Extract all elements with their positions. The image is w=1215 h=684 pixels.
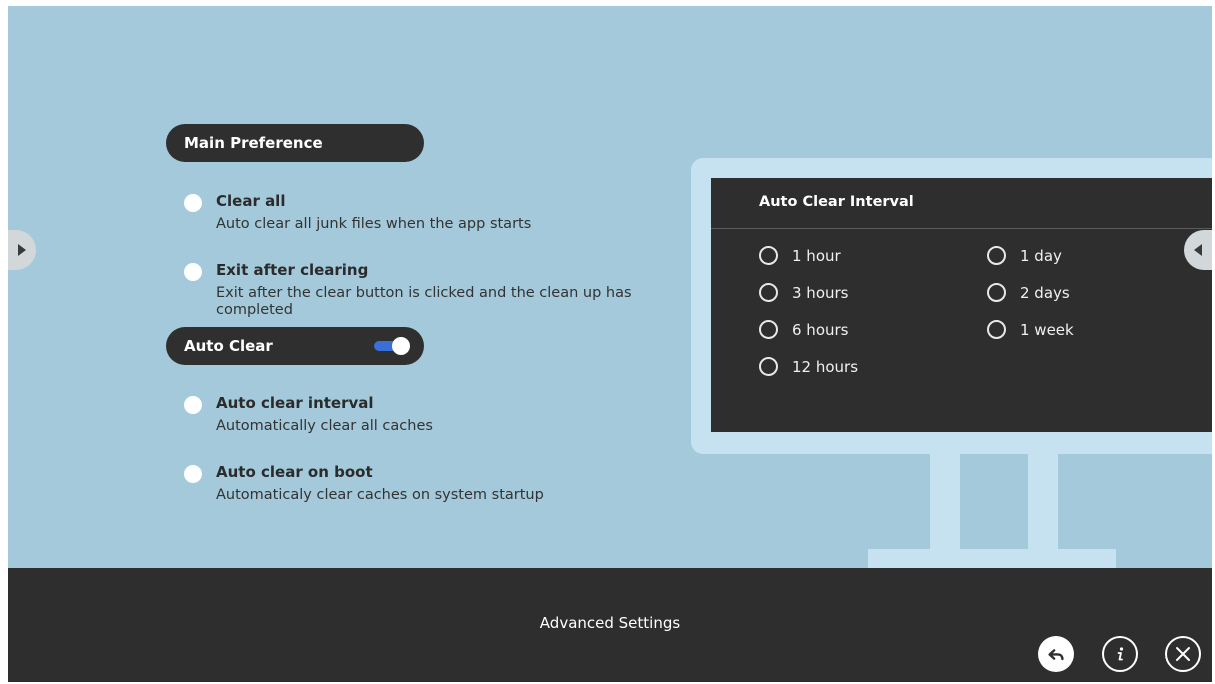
auto-clear-interval-radio[interactable]: [184, 396, 202, 414]
advanced-settings-title: Advanced Settings: [539, 614, 681, 632]
chevron-right-icon: [18, 244, 26, 256]
auto-clear-toggle[interactable]: [374, 336, 410, 356]
radio-circle-icon: [987, 320, 1006, 339]
interval-label: 1 hour: [792, 246, 841, 265]
main-preference-label: Main Preference: [184, 134, 323, 152]
radio-circle-icon: [759, 357, 778, 376]
interval-option-6-hours[interactable]: 6 hours: [759, 320, 848, 339]
auto-clear-on-boot-radio[interactable]: [184, 465, 202, 483]
option-title: Clear all: [216, 192, 286, 210]
radio-circle-icon: [759, 283, 778, 302]
interval-label: 1 week: [1020, 320, 1074, 339]
option-description: Automatically clear all caches: [216, 418, 433, 434]
panel-title: Auto Clear Interval: [759, 194, 914, 210]
option-description: Automaticaly clear caches on system star…: [216, 487, 544, 503]
option-title: Auto clear on boot: [216, 463, 373, 481]
interval-label: 12 hours: [792, 357, 859, 376]
option-description: Exit after the clear button is clicked a…: [216, 285, 632, 318]
info-button[interactable]: [1102, 636, 1138, 672]
info-icon: [1117, 647, 1124, 661]
back-icon: [1048, 649, 1064, 661]
interval-option-1-day[interactable]: 1 day: [987, 246, 1062, 265]
interval-option-3-hours[interactable]: 3 hours: [759, 283, 848, 302]
option-description: Auto clear all junk files when the app s…: [216, 216, 532, 232]
interval-option-2-days[interactable]: 2 days: [987, 283, 1070, 302]
radio-circle-icon: [759, 246, 778, 265]
radio-circle-icon: [987, 246, 1006, 265]
auto-clear-interval-panel: Auto Clear Interval 1 hour 3 hours 6 hou…: [711, 178, 1212, 432]
interval-label: 3 hours: [792, 283, 849, 302]
back-button[interactable]: [1038, 636, 1074, 672]
radio-circle-icon: [759, 320, 778, 339]
monitor-leg-right: [1028, 454, 1058, 552]
bottom-bar: Advanced Settings: [8, 568, 1212, 682]
auto-clear-header: Auto Clear: [166, 327, 424, 365]
radio-circle-icon: [987, 283, 1006, 302]
option-title: Exit after clearing: [216, 261, 369, 279]
interval-option-1-week[interactable]: 1 week: [987, 320, 1074, 339]
interval-label: 2 days: [1020, 283, 1070, 302]
panel-divider: [711, 228, 1212, 229]
close-icon: [1176, 647, 1190, 661]
option-title: Auto clear interval: [216, 394, 374, 412]
clear-all-radio[interactable]: [184, 194, 202, 212]
monitor-leg-left: [930, 454, 960, 552]
toggle-knob: [392, 337, 410, 355]
left-side-tab[interactable]: [8, 230, 36, 270]
settings-screen: Main Preference Clear all Auto clear all…: [8, 6, 1212, 682]
interval-label: 1 day: [1020, 246, 1062, 265]
auto-clear-label: Auto Clear: [184, 337, 273, 355]
interval-label: 6 hours: [792, 320, 849, 339]
interval-option-12-hours[interactable]: 12 hours: [759, 357, 858, 376]
chevron-left-icon: [1194, 244, 1202, 256]
main-preference-header: Main Preference: [166, 124, 424, 162]
exit-after-clearing-radio[interactable]: [184, 263, 202, 281]
interval-option-1-hour[interactable]: 1 hour: [759, 246, 841, 265]
close-button[interactable]: [1165, 636, 1201, 672]
